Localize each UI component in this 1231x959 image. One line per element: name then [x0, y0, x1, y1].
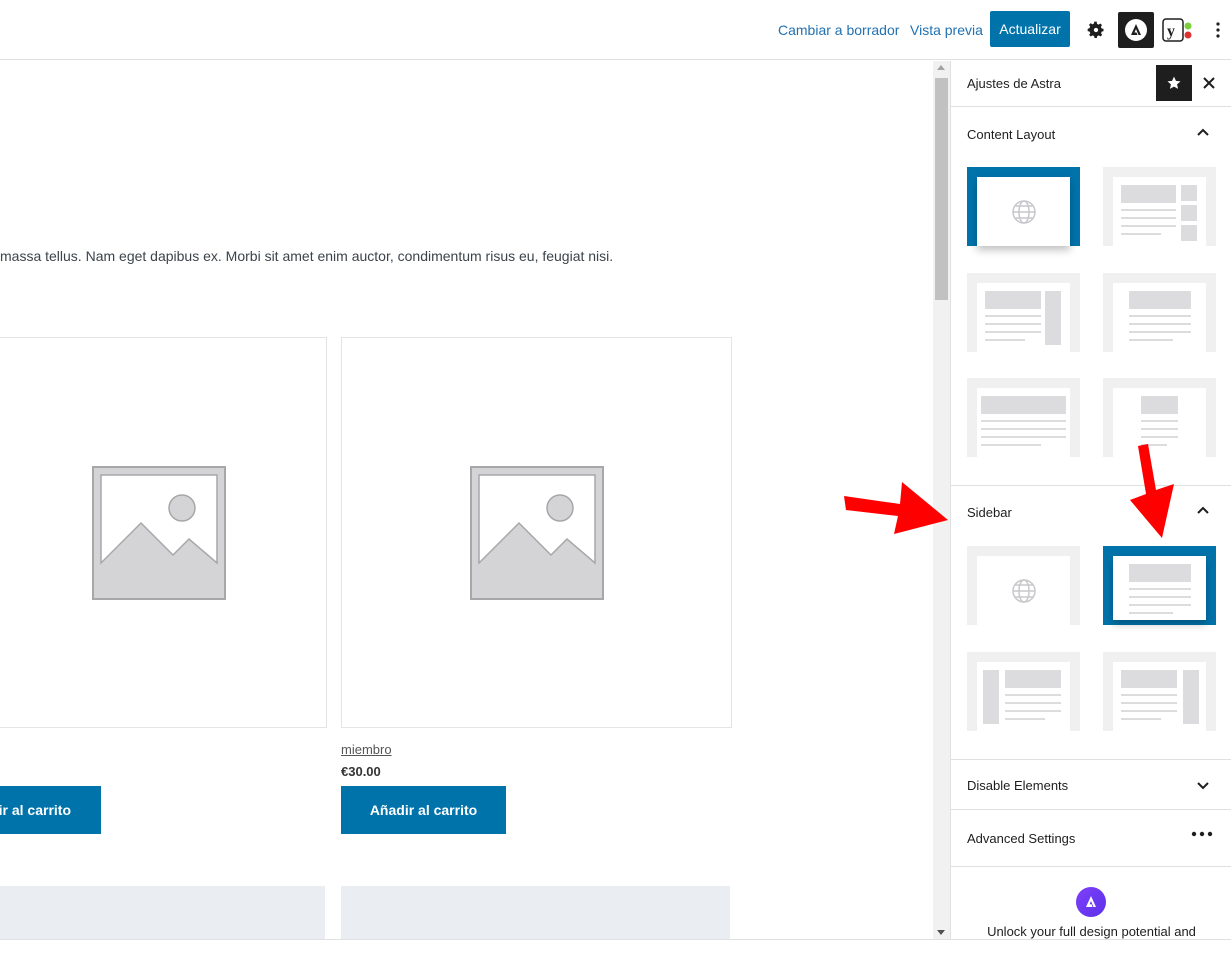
sidebar-option-default[interactable] [967, 546, 1080, 625]
add-to-cart-button[interactable]: Añadir al carrito [341, 786, 506, 834]
editor-bottom-bar [0, 939, 1231, 959]
annotation-arrow-right-icon [844, 482, 948, 534]
image-placeholder-icon [91, 465, 226, 600]
update-button[interactable]: Actualizar [990, 11, 1070, 47]
content-layout-option-default[interactable] [967, 167, 1080, 246]
svg-text:y: y [1167, 23, 1175, 40]
globe-icon [1012, 200, 1036, 224]
preview-link[interactable]: Vista previa [910, 22, 983, 38]
product-image-placeholder[interactable] [0, 886, 325, 939]
gear-icon[interactable] [1078, 12, 1114, 48]
add-to-cart-button[interactable]: ir al carrito [0, 786, 101, 834]
close-icon[interactable] [1199, 73, 1219, 93]
product-price: €30.00 [341, 764, 381, 779]
divider [951, 485, 1231, 486]
sidebar-option-left-sidebar[interactable] [967, 652, 1080, 731]
sidebar-panel-title[interactable]: Sidebar [967, 505, 1012, 520]
annotation-arrow-down-icon [1130, 444, 1174, 538]
advanced-settings-panel-title[interactable]: Advanced Settings [967, 831, 1075, 846]
editor-canvas: massa tellus. Nam eget dapibus ex. Morbi… [0, 61, 933, 939]
product-image-placeholder[interactable] [341, 337, 732, 728]
chevron-down-icon[interactable] [1195, 777, 1211, 793]
product-image-placeholder[interactable] [341, 886, 730, 939]
sidebar-title: Ajustes de Astra [967, 76, 1061, 91]
content-layout-panel-title[interactable]: Content Layout [967, 127, 1055, 142]
image-placeholder-icon [469, 465, 604, 600]
divider [951, 809, 1231, 810]
chevron-up-icon[interactable] [1195, 125, 1211, 141]
astra-settings-sidebar: Ajustes de Astra Content Layout Sidebar … [950, 61, 1231, 939]
product-image-placeholder[interactable] [0, 337, 327, 728]
sidebar-option-right-sidebar[interactable] [1103, 652, 1216, 731]
astra-logo-icon [1076, 887, 1106, 917]
content-layout-option-boxed[interactable] [1103, 167, 1216, 246]
divider [951, 866, 1231, 867]
content-layout-option-content-boxed[interactable] [967, 273, 1080, 352]
switch-to-draft-link[interactable]: Cambiar a borrador [778, 22, 899, 38]
divider [951, 759, 1231, 760]
promo-text: Unlock your full design potential and [987, 924, 1196, 939]
sidebar-header: Ajustes de Astra [951, 61, 1231, 107]
scroll-up-icon[interactable] [937, 65, 945, 70]
content-layout-option-full-width-contained[interactable] [1103, 273, 1216, 352]
star-icon[interactable] [1156, 65, 1192, 101]
yoast-icon[interactable]: y [1160, 12, 1196, 48]
more-vertical-icon[interactable] [1206, 12, 1230, 48]
product-name-link[interactable]: miembro [341, 742, 392, 757]
sidebar-option-no-sidebar[interactable] [1103, 546, 1216, 625]
content-layout-option-full-width-stretched[interactable] [967, 378, 1080, 457]
scroll-thumb[interactable] [935, 78, 948, 300]
scroll-down-icon[interactable] [937, 930, 945, 935]
body-paragraph: massa tellus. Nam eget dapibus ex. Morbi… [0, 248, 614, 264]
chevron-up-icon[interactable] [1195, 503, 1211, 519]
editor-top-bar: Cambiar a borrador Vista previa Actualiz… [0, 0, 1231, 60]
globe-icon [1012, 579, 1036, 603]
more-horizontal-icon[interactable] [1191, 831, 1213, 837]
disable-elements-panel-title[interactable]: Disable Elements [967, 778, 1068, 793]
astra-icon[interactable] [1118, 12, 1154, 48]
